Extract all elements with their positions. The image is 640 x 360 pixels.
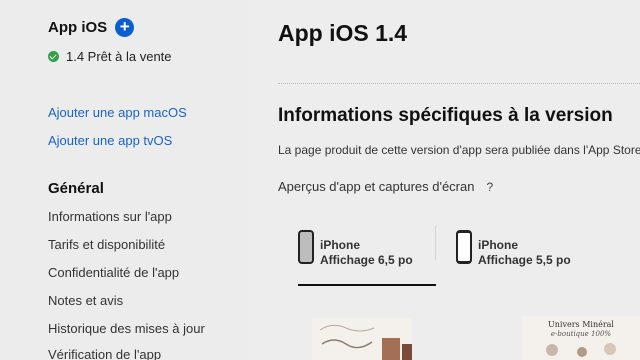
version-info-heading: Informations spécifiques à la version — [278, 105, 613, 126]
version-description: La page produit de cette version d'app s… — [278, 143, 640, 157]
screenshot-art — [546, 343, 616, 357]
version-status[interactable]: 1.4 Prêt à la vente — [48, 49, 172, 64]
screenshot-thumbnail[interactable] — [312, 318, 412, 360]
version-status-label: 1.4 Prêt à la vente — [66, 49, 172, 64]
tab-separator — [435, 226, 436, 260]
sidebar-item-pricing[interactable]: Tarifs et disponibilité — [48, 237, 165, 252]
previews-row: Aperçus d'app et captures d'écran ? — [278, 179, 493, 194]
iphone-icon — [456, 230, 472, 264]
sidebar-item-ratings[interactable]: Notes et avis — [48, 293, 123, 308]
help-icon[interactable]: ? — [486, 180, 493, 194]
sidebar-item-app-info[interactable]: Informations sur l'app — [48, 209, 172, 224]
screenshot-image — [319, 324, 412, 360]
screenshot-thumbnail[interactable]: Univers Minéral e-boutique 100% — [522, 316, 640, 360]
sidebar-item-update-history[interactable]: Historique des mises à jour — [48, 321, 205, 336]
checkmark-icon — [48, 51, 59, 62]
screenshot-subtitle: e-boutique 100% — [550, 330, 612, 338]
add-macos-app-link[interactable]: Ajouter une app macOS — [48, 105, 187, 120]
add-tvos-app-link[interactable]: Ajouter une app tvOS — [48, 133, 172, 148]
tab-label-device: iPhone — [320, 238, 361, 252]
add-platform-button[interactable]: + — [115, 18, 135, 37]
main-content: App iOS 1.4 Informations spécifiques à l… — [246, 0, 640, 360]
tab-iphone-5-5[interactable]: iPhone Affichage 5,5 po — [456, 226, 571, 288]
tab-label-size: Affichage 6,5 po — [320, 253, 413, 267]
divider — [278, 83, 640, 84]
app-header: App iOS + — [48, 18, 135, 37]
app-name: App iOS — [48, 19, 108, 36]
active-tab-indicator — [298, 284, 436, 286]
page-title: App iOS 1.4 — [278, 20, 408, 46]
general-heading: Général — [48, 180, 104, 197]
iphone-icon — [298, 230, 314, 264]
tab-label-size: Affichage 5,5 po — [478, 253, 571, 267]
tab-iphone-6-5[interactable]: iPhone Affichage 6,5 po — [298, 226, 413, 288]
screenshot-brand: Univers Minéral — [548, 320, 614, 329]
sidebar-item-privacy[interactable]: Confidentialité de l'app — [48, 265, 179, 280]
tab-label-device: iPhone — [478, 238, 519, 252]
sidebar-item-app-review[interactable]: Vérification de l'app — [48, 347, 161, 360]
previews-label: Aperçus d'app et captures d'écran — [278, 179, 475, 194]
sidebar: App iOS + 1.4 Prêt à la vente Ajouter un… — [0, 0, 246, 360]
